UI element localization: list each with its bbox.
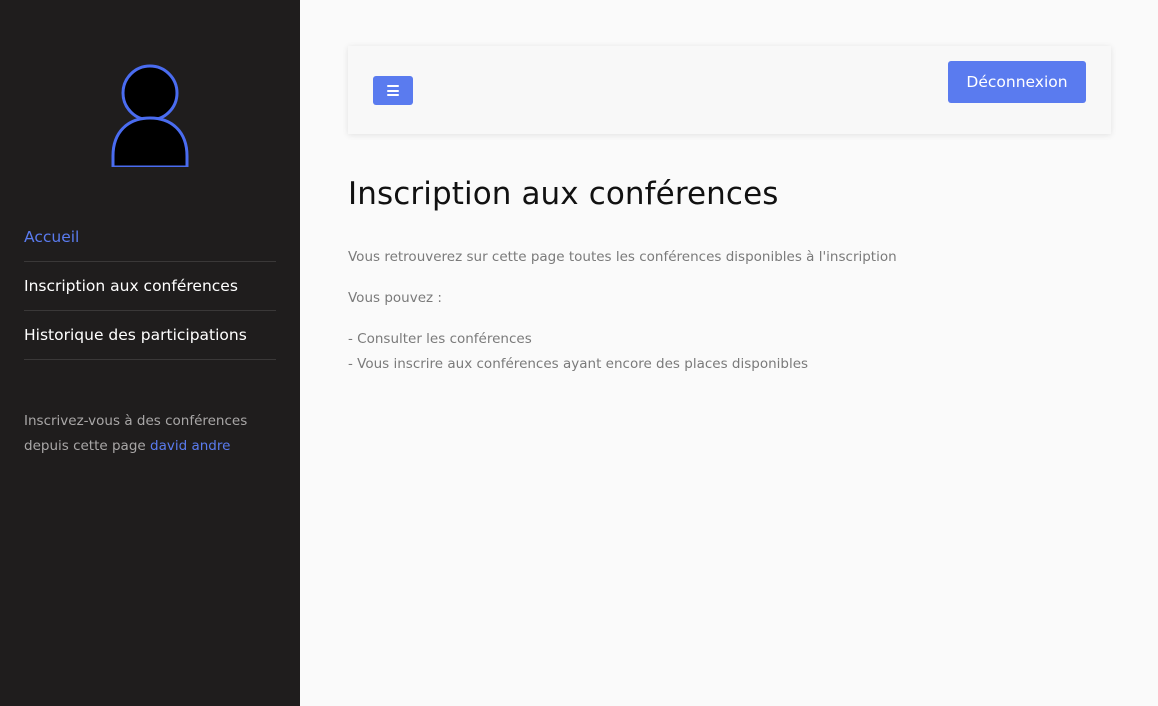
sidebar-note: Inscrivez-vous à des conférences depuis … <box>24 409 276 459</box>
menu-toggle-button[interactable] <box>373 76 413 105</box>
capability-item: - Vous inscrire aux conférences ayant en… <box>348 356 809 372</box>
sidebar-item-inscription[interactable]: Inscription aux conférences <box>24 262 276 311</box>
capabilities-heading: Vous pouvez : <box>348 290 442 306</box>
sidebar: Accueil Inscription aux conférences Hist… <box>0 0 300 706</box>
main-content: Déconnexion Inscription aux conférences … <box>300 0 1158 706</box>
logout-button[interactable]: Déconnexion <box>948 61 1086 103</box>
sidebar-item-accueil[interactable]: Accueil <box>24 213 276 262</box>
capability-item: - Consulter les conférences <box>348 331 532 347</box>
sidebar-item-historique[interactable]: Historique des participations <box>24 311 276 360</box>
bars-icon <box>387 85 399 96</box>
user-avatar-icon <box>111 64 189 167</box>
top-bar: Déconnexion <box>348 46 1111 134</box>
user-link[interactable]: david andre <box>150 438 230 454</box>
intro-text: Vous retrouverez sur cette page toutes l… <box>348 249 897 265</box>
sidebar-nav: Accueil Inscription aux conférences Hist… <box>24 213 276 360</box>
page-title: Inscription aux conférences <box>348 176 779 212</box>
app-layout: Accueil Inscription aux conférences Hist… <box>0 0 1158 706</box>
